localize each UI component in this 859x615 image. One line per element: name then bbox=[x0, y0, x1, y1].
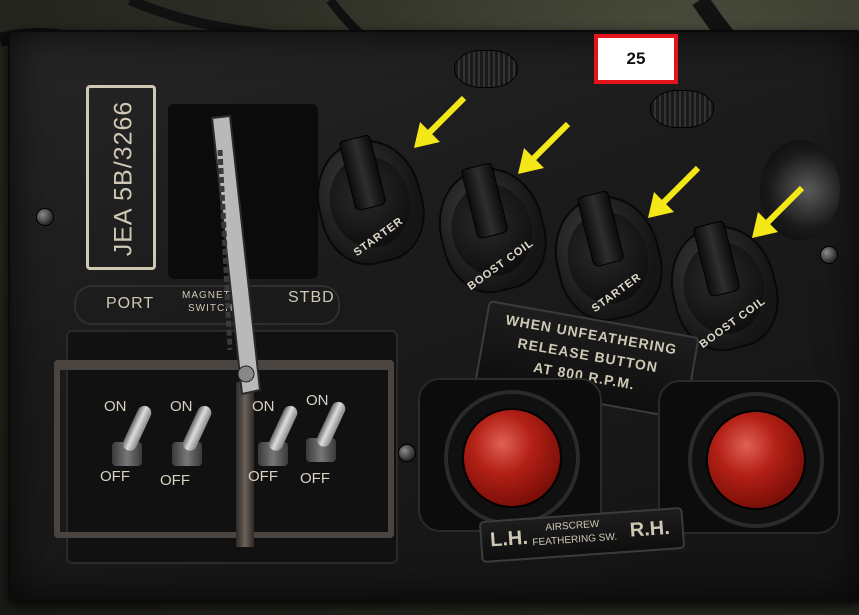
model-plate-text: JEA 5B/3266 bbox=[109, 100, 138, 257]
knurled-knob-left[interactable] bbox=[454, 50, 518, 88]
arrow-icon bbox=[648, 165, 701, 218]
model-plate: JEA 5B/3266 bbox=[86, 85, 156, 270]
callout-number: 25 bbox=[626, 49, 646, 68]
feathering-button-rh[interactable] bbox=[706, 410, 806, 510]
magneto-toggle-stbd-2-on: ON bbox=[306, 392, 329, 409]
panel-bolt bbox=[36, 208, 54, 226]
port-label: PORT bbox=[106, 295, 155, 312]
magneto-toggle-port-1-off: OFF bbox=[100, 468, 130, 485]
feathering-label-right: R.H. bbox=[629, 516, 671, 542]
panel-bolt bbox=[398, 444, 416, 462]
feathering-button-lh[interactable] bbox=[462, 408, 562, 508]
callout-number-box: 25 bbox=[594, 34, 678, 84]
arrow-icon bbox=[518, 121, 571, 174]
arrow-icon bbox=[414, 95, 467, 148]
magneto-toggle-port-2-off: OFF bbox=[160, 472, 190, 489]
stbd-label: STBD bbox=[288, 289, 335, 306]
magneto-toggle-port-1-on: ON bbox=[104, 398, 127, 415]
panel-bolt bbox=[820, 246, 838, 264]
magneto-toggle-stbd-2-off: OFF bbox=[300, 470, 330, 487]
magneto-guard-lever[interactable] bbox=[190, 110, 280, 410]
knurled-knob-right[interactable] bbox=[650, 90, 714, 128]
feathering-label-middle-line1: AIRSCREW bbox=[545, 518, 600, 534]
feathering-label-left: L.H. bbox=[489, 526, 529, 552]
magneto-toggle-stbd-1-off: OFF bbox=[248, 468, 278, 485]
cockpit-panel-scene: JEA 5B/3266 PORT MAGNETO SWITCH STBD ON … bbox=[0, 0, 859, 615]
arrow-icon bbox=[752, 185, 805, 238]
feathering-label-middle-line2: FEATHERING SW. bbox=[532, 531, 618, 549]
